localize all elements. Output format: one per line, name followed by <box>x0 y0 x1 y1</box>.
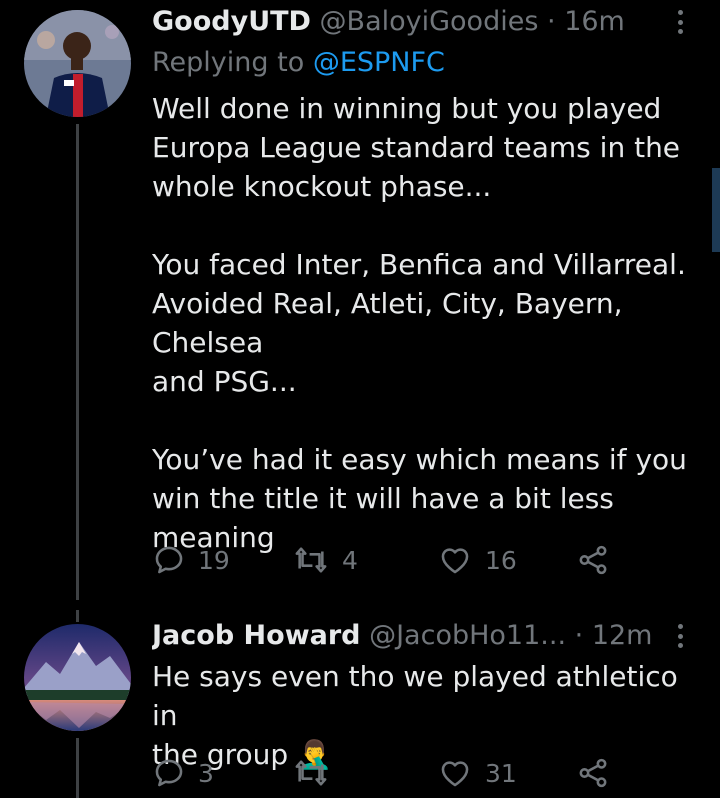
like-count: 16 <box>485 545 517 575</box>
thread-line-top <box>76 610 79 622</box>
share-icon <box>579 758 607 788</box>
heart-icon <box>441 761 469 787</box>
retweet-icon <box>295 760 327 786</box>
display-name[interactable]: Jacob Howard <box>152 620 361 651</box>
like-button[interactable]: 16 <box>437 540 517 580</box>
timestamp[interactable]: 12m <box>592 620 653 651</box>
timestamp[interactable]: 16m <box>564 6 625 37</box>
handle[interactable]: @BaloyiGoodies <box>320 6 539 37</box>
tweet-text: Well done in winning but you played Euro… <box>152 92 687 554</box>
like-count: 31 <box>485 758 517 788</box>
retweet-button[interactable] <box>292 753 342 793</box>
like-button[interactable]: 31 <box>437 753 517 793</box>
reply-icon <box>155 546 183 574</box>
tweet-header: GoodyUTD @BaloyiGoodies · 16m <box>152 4 680 40</box>
mountain-landscape-avatar-icon <box>24 624 131 731</box>
reply-count: 19 <box>198 545 230 575</box>
share-button[interactable] <box>576 540 610 580</box>
player-avatar-icon <box>24 10 131 117</box>
separator: · <box>547 6 556 37</box>
thread-line <box>76 738 79 798</box>
retweet-count: 4 <box>342 545 358 575</box>
avatar[interactable] <box>24 624 131 731</box>
reply-count: 3 <box>198 758 214 788</box>
share-button[interactable] <box>576 753 610 793</box>
share-icon <box>579 545 607 575</box>
retweet-icon <box>295 547 327 573</box>
thread-line <box>76 124 79 600</box>
more-options-icon[interactable] <box>678 10 686 34</box>
mention-link[interactable]: @ESPNFC <box>313 47 445 78</box>
action-bar: 3 31 <box>152 753 622 793</box>
scrollbar[interactable] <box>712 168 720 252</box>
tweet-jacob-howard[interactable]: Jacob Howard @JacobHo11... · 12m He says… <box>0 610 720 798</box>
more-options-icon[interactable] <box>678 624 686 648</box>
replying-to: Replying to @ESPNFC <box>152 45 445 81</box>
reply-icon <box>155 759 183 787</box>
reply-button[interactable]: 19 <box>152 540 230 580</box>
avatar[interactable] <box>24 10 131 117</box>
heart-icon <box>441 548 469 574</box>
replying-prefix: Replying to <box>152 47 305 78</box>
display-name[interactable]: GoodyUTD <box>152 6 311 37</box>
tweet-header: Jacob Howard @JacobHo11... · 12m <box>152 618 680 654</box>
reply-button[interactable]: 3 <box>152 753 214 793</box>
tweet-goodyutd[interactable]: GoodyUTD @BaloyiGoodies · 16m Replying t… <box>0 0 720 600</box>
handle[interactable]: @JacobHo11... <box>369 620 566 651</box>
retweet-button[interactable]: 4 <box>292 540 358 580</box>
action-bar: 19 4 16 <box>152 540 622 580</box>
separator: · <box>574 620 584 651</box>
